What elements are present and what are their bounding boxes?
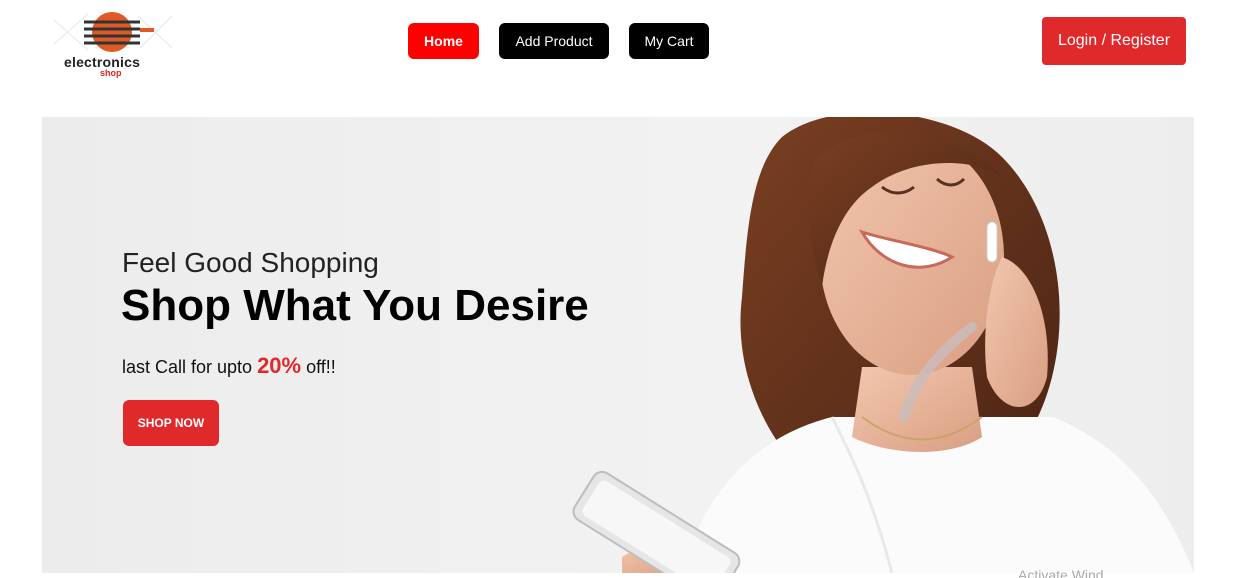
hero-title: Shop What You Desire: [121, 281, 589, 330]
offer-text-before: last Call for upto: [122, 357, 258, 377]
login-register-button[interactable]: Login / Register: [1042, 17, 1186, 65]
offer-text-after: off!!: [301, 357, 336, 377]
logo-subtext: shop: [100, 68, 122, 78]
logo-mark-icon: [53, 12, 173, 52]
hero-banner: Feel Good Shopping Shop What You Desire …: [42, 117, 1194, 573]
activation-watermark: Activate Wind: [1018, 567, 1104, 578]
offer-percent: 20%: [257, 353, 302, 378]
nav-my-cart-button[interactable]: My Cart: [629, 23, 709, 59]
hero-offer-text: last Call for upto 20% off!!: [122, 353, 336, 379]
nav-home-button[interactable]: Home: [408, 23, 479, 59]
site-logo[interactable]: electronics shop: [48, 10, 176, 82]
hero-kicker: Feel Good Shopping: [122, 247, 379, 278]
hero-model-image: [572, 117, 1194, 573]
shop-now-button[interactable]: SHOP NOW: [123, 400, 219, 446]
nav-add-product-button[interactable]: Add Product: [499, 23, 609, 59]
